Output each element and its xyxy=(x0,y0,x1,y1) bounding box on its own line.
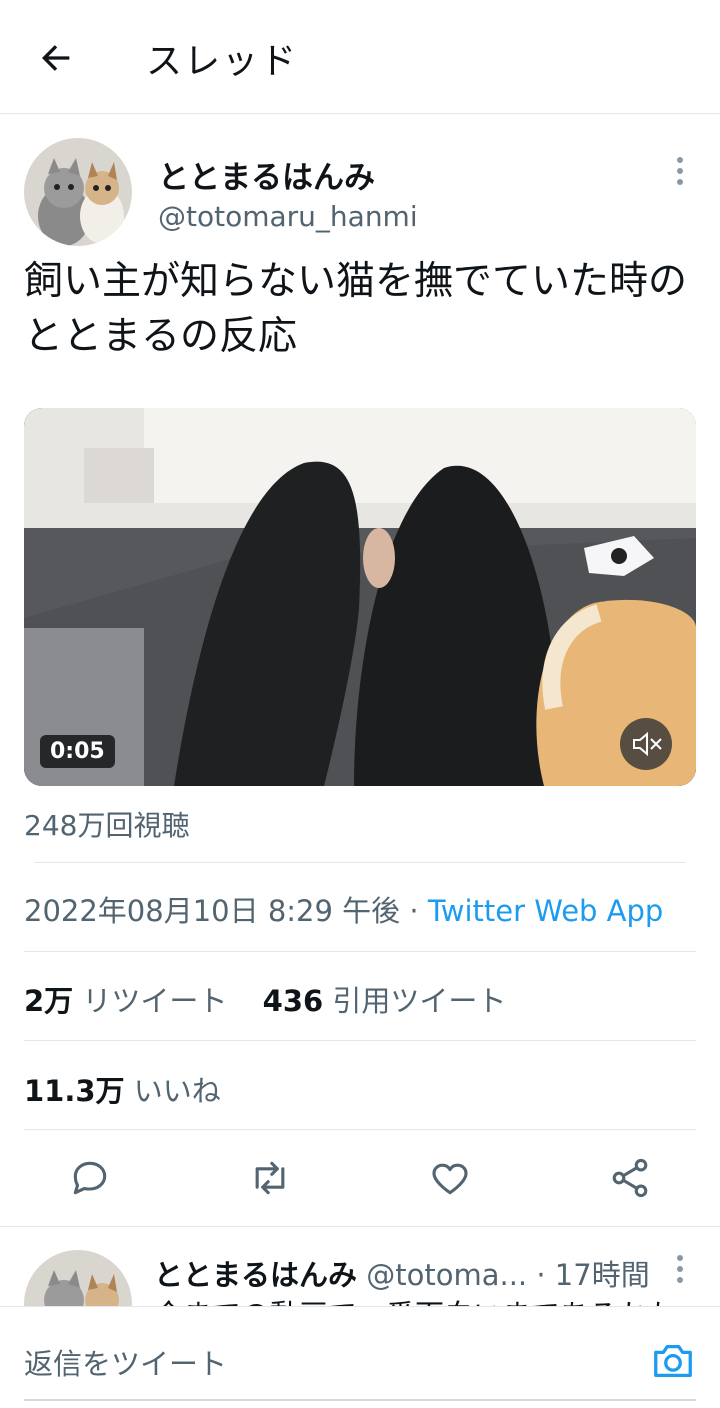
reply-composer: 返信をツイート xyxy=(0,1306,720,1408)
reply-author-name[interactable]: ととまるはんみ xyxy=(154,1258,357,1292)
top-bar: スレッド xyxy=(0,0,720,114)
tweet-datetime[interactable]: 2022年08月10日 8:29 午後 xyxy=(24,894,400,928)
video-player[interactable]: 0:05 xyxy=(24,408,696,786)
reply-tweet-text: 今までの動画で一番面白いまであるかも xyxy=(154,1292,694,1306)
author-handle[interactable]: @totomaru_hanmi xyxy=(158,200,418,233)
divider xyxy=(24,951,696,952)
view-count: 248万回視聴 xyxy=(24,809,190,842)
action-bar xyxy=(0,1130,720,1227)
mute-toggle-button[interactable] xyxy=(620,718,672,770)
meta-separator: · xyxy=(400,894,428,928)
retweet-label: リツイート xyxy=(82,984,228,1018)
cat-avatar-image xyxy=(24,138,132,246)
reply-time[interactable]: · 17時間 xyxy=(536,1258,649,1292)
video-frame xyxy=(24,408,696,786)
source-app-link[interactable]: Twitter Web App xyxy=(428,894,664,928)
author-name[interactable]: ととまるはんみ xyxy=(158,152,375,197)
retweets-stat[interactable]: 2万 リツイート xyxy=(24,984,227,1018)
share-icon[interactable] xyxy=(608,1156,652,1200)
like-icon[interactable] xyxy=(428,1156,472,1200)
like-count: 11.3万 xyxy=(24,1074,125,1108)
quote-count: 436 xyxy=(262,984,324,1018)
back-arrow-icon[interactable] xyxy=(36,38,76,78)
reply-tweet-header: ととまるはんみ @totoma... · 17時間 xyxy=(154,1252,650,1294)
more-options-icon[interactable] xyxy=(676,156,684,186)
tweet-text: 飼い主が知らない猫を撫でていた時のととまるの反応 xyxy=(24,259,688,359)
tweet-meta: 2022年08月10日 8:29 午後 · Twitter Web App xyxy=(24,888,663,930)
avatar[interactable] xyxy=(24,138,132,246)
retweet-icon[interactable] xyxy=(248,1156,292,1200)
likes-stat[interactable]: 11.3万 いいね xyxy=(24,1068,221,1110)
reply-more-options-icon[interactable] xyxy=(676,1254,684,1284)
reply-author-handle[interactable]: @totoma... xyxy=(366,1258,527,1292)
reply-input[interactable]: 返信をツイート xyxy=(24,1341,227,1383)
camera-icon[interactable] xyxy=(650,1337,696,1383)
divider xyxy=(24,1040,696,1041)
input-underline xyxy=(24,1399,696,1401)
quotes-stat[interactable]: 436 引用ツイート xyxy=(263,984,507,1018)
muted-speaker-icon xyxy=(633,731,662,757)
divider xyxy=(34,862,686,863)
like-label: いいね xyxy=(133,1074,221,1108)
quote-label: 引用ツイート xyxy=(332,984,507,1018)
page-title: スレッド xyxy=(146,41,299,82)
video-duration-badge: 0:05 xyxy=(40,735,115,768)
retweet-count: 2万 xyxy=(24,984,74,1018)
reply-icon[interactable] xyxy=(68,1156,112,1200)
retweet-quote-stats: 2万 リツイート 436 引用ツイート xyxy=(24,978,506,1020)
